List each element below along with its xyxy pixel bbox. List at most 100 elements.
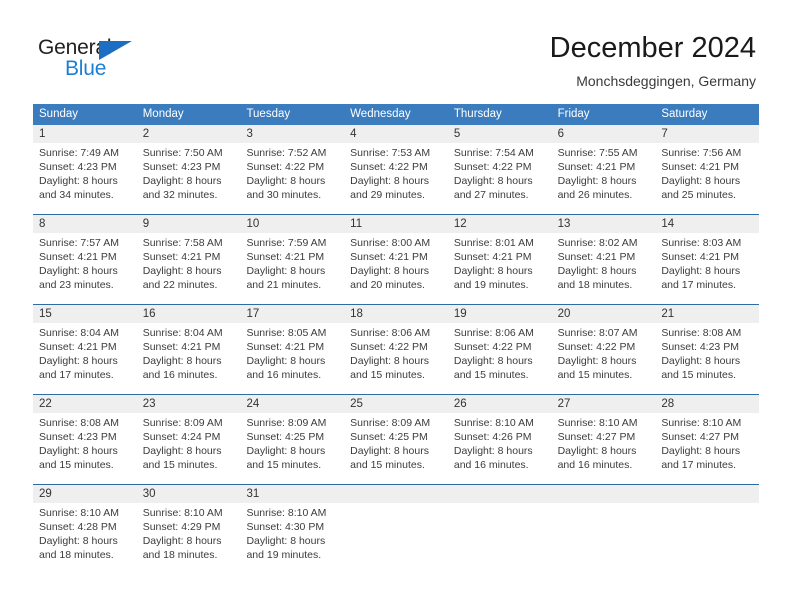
day-number[interactable]: 24	[240, 395, 344, 413]
day-number[interactable]: 31	[240, 485, 344, 503]
day-number[interactable]: 25	[344, 395, 448, 413]
sunset-text: Sunset: 4:21 PM	[39, 341, 117, 353]
daylight-text-line2: and 15 minutes.	[246, 459, 322, 471]
day-number[interactable]: 21	[655, 305, 759, 323]
day-cell[interactable]: Sunrise: 7:56 AM Sunset: 4:21 PM Dayligh…	[655, 143, 759, 214]
day-cell[interactable]: Sunrise: 8:07 AM Sunset: 4:22 PM Dayligh…	[552, 323, 656, 394]
sunset-text: Sunset: 4:29 PM	[142, 521, 221, 533]
day-number[interactable]: 10	[240, 215, 344, 233]
sunset-text: Sunset: 4:21 PM	[661, 251, 739, 263]
day-number[interactable]: 30	[137, 485, 241, 503]
day-detail-band: Sunrise: 8:04 AM Sunset: 4:21 PM Dayligh…	[33, 323, 759, 394]
sunset-text: Sunset: 4:21 PM	[661, 161, 739, 173]
day-number[interactable]: 12	[448, 215, 552, 233]
day-number[interactable]: 16	[137, 305, 241, 323]
day-number[interactable]: 14	[655, 215, 759, 233]
day-number[interactable]: 8	[33, 215, 137, 233]
daylight-text-line2: and 29 minutes.	[350, 189, 425, 201]
day-cell[interactable]: Sunrise: 7:54 AM Sunset: 4:22 PM Dayligh…	[448, 143, 552, 214]
sunrise-text: Sunrise: 7:53 AM	[350, 147, 431, 159]
day-cell[interactable]: Sunrise: 8:09 AM Sunset: 4:24 PM Dayligh…	[137, 413, 241, 484]
daylight-text-line1: Daylight: 8 hours	[39, 265, 118, 277]
daylight-text-line1: Daylight: 8 hours	[350, 355, 429, 367]
day-cell[interactable]: Sunrise: 8:08 AM Sunset: 4:23 PM Dayligh…	[33, 413, 137, 484]
day-number[interactable]: 28	[655, 395, 759, 413]
day-number[interactable]: 22	[33, 395, 137, 413]
day-cell[interactable]: Sunrise: 8:10 AM Sunset: 4:27 PM Dayligh…	[655, 413, 759, 484]
day-number[interactable]: 19	[448, 305, 552, 323]
day-cell[interactable]: Sunrise: 8:10 AM Sunset: 4:29 PM Dayligh…	[137, 503, 241, 569]
day-cell[interactable]: Sunrise: 8:01 AM Sunset: 4:21 PM Dayligh…	[448, 233, 552, 304]
daylight-text-line1: Daylight: 8 hours	[142, 535, 222, 547]
daylight-text-line1: Daylight: 8 hours	[39, 535, 118, 547]
day-cell[interactable]: Sunrise: 8:04 AM Sunset: 4:21 PM Dayligh…	[137, 323, 241, 394]
daylight-text-line1: Daylight: 8 hours	[350, 265, 429, 277]
day-cell[interactable]: Sunrise: 7:58 AM Sunset: 4:21 PM Dayligh…	[137, 233, 241, 304]
sunset-text: Sunset: 4:25 PM	[350, 431, 428, 443]
sunrise-text: Sunrise: 7:58 AM	[142, 237, 223, 249]
day-number[interactable]: 27	[552, 395, 656, 413]
day-cell[interactable]: Sunrise: 7:50 AM Sunset: 4:23 PM Dayligh…	[137, 143, 241, 214]
sunset-text: Sunset: 4:23 PM	[39, 431, 117, 443]
day-cell[interactable]: Sunrise: 8:03 AM Sunset: 4:21 PM Dayligh…	[655, 233, 759, 304]
day-number[interactable]: 1	[33, 125, 137, 143]
day-cell[interactable]: Sunrise: 8:09 AM Sunset: 4:25 PM Dayligh…	[344, 413, 448, 484]
day-number[interactable]: 13	[552, 215, 656, 233]
sunset-text: Sunset: 4:25 PM	[246, 431, 325, 443]
day-cell-empty	[552, 503, 656, 569]
day-detail-band: Sunrise: 7:49 AM Sunset: 4:23 PM Dayligh…	[33, 143, 759, 214]
daylight-text-line1: Daylight: 8 hours	[453, 445, 533, 457]
day-number-band: 8 9 10 11 12 13 14	[33, 215, 759, 233]
day-number[interactable]: 5	[448, 125, 552, 143]
daylight-text-line2: and 19 minutes.	[246, 549, 322, 561]
sunrise-text: Sunrise: 8:09 AM	[350, 417, 431, 429]
day-cell[interactable]: Sunrise: 8:10 AM Sunset: 4:26 PM Dayligh…	[448, 413, 552, 484]
day-number[interactable]: 17	[240, 305, 344, 323]
day-cell[interactable]: Sunrise: 8:10 AM Sunset: 4:27 PM Dayligh…	[552, 413, 656, 484]
daylight-text-line2: and 21 minutes.	[246, 279, 322, 291]
daylight-text-line2: and 22 minutes.	[142, 279, 218, 291]
day-number-empty	[344, 485, 448, 503]
day-cell[interactable]: Sunrise: 7:53 AM Sunset: 4:22 PM Dayligh…	[344, 143, 448, 214]
day-cell[interactable]: Sunrise: 7:49 AM Sunset: 4:23 PM Dayligh…	[33, 143, 137, 214]
day-number[interactable]: 2	[137, 125, 241, 143]
day-cell[interactable]: Sunrise: 8:10 AM Sunset: 4:28 PM Dayligh…	[33, 503, 137, 569]
day-number[interactable]: 23	[137, 395, 241, 413]
day-number[interactable]: 18	[344, 305, 448, 323]
day-cell[interactable]: Sunrise: 7:59 AM Sunset: 4:21 PM Dayligh…	[240, 233, 344, 304]
weekday-header-friday: Friday	[557, 108, 590, 120]
day-cell[interactable]: Sunrise: 8:05 AM Sunset: 4:21 PM Dayligh…	[240, 323, 344, 394]
sunset-text: Sunset: 4:21 PM	[557, 161, 636, 173]
day-number[interactable]: 15	[33, 305, 137, 323]
day-cell[interactable]: Sunrise: 8:04 AM Sunset: 4:21 PM Dayligh…	[33, 323, 137, 394]
sunset-text: Sunset: 4:27 PM	[661, 431, 739, 443]
daylight-text-line2: and 17 minutes.	[39, 369, 114, 381]
sunset-text: Sunset: 4:26 PM	[453, 431, 532, 443]
daylight-text-line2: and 15 minutes.	[453, 369, 529, 381]
day-cell[interactable]: Sunrise: 8:08 AM Sunset: 4:23 PM Dayligh…	[655, 323, 759, 394]
sunrise-text: Sunrise: 8:06 AM	[350, 327, 431, 339]
day-number[interactable]: 6	[552, 125, 656, 143]
day-cell[interactable]: Sunrise: 7:52 AM Sunset: 4:22 PM Dayligh…	[240, 143, 344, 214]
day-cell[interactable]: Sunrise: 8:10 AM Sunset: 4:30 PM Dayligh…	[240, 503, 344, 569]
calendar-week-row: 29 30 31 Sunrise: 8:10 AM Sunset: 4:28 P…	[33, 484, 759, 569]
day-number[interactable]: 7	[655, 125, 759, 143]
day-cell[interactable]: Sunrise: 7:55 AM Sunset: 4:21 PM Dayligh…	[552, 143, 656, 214]
daylight-text-line2: and 17 minutes.	[661, 279, 737, 291]
day-number[interactable]: 29	[33, 485, 137, 503]
day-cell[interactable]: Sunrise: 8:00 AM Sunset: 4:21 PM Dayligh…	[344, 233, 448, 304]
day-number[interactable]: 4	[344, 125, 448, 143]
day-number[interactable]: 20	[552, 305, 656, 323]
day-number[interactable]: 26	[448, 395, 552, 413]
day-cell[interactable]: Sunrise: 8:09 AM Sunset: 4:25 PM Dayligh…	[240, 413, 344, 484]
calendar-week-row: 22 23 24 25 26 27 28 Sunrise: 8:08 AM Su…	[33, 394, 759, 484]
day-cell[interactable]: Sunrise: 8:06 AM Sunset: 4:22 PM Dayligh…	[448, 323, 552, 394]
day-cell[interactable]: Sunrise: 7:57 AM Sunset: 4:21 PM Dayligh…	[33, 233, 137, 304]
general-blue-logo[interactable]: General Blue	[38, 36, 158, 82]
day-number[interactable]: 3	[240, 125, 344, 143]
day-cell[interactable]: Sunrise: 8:06 AM Sunset: 4:22 PM Dayligh…	[344, 323, 448, 394]
day-cell[interactable]: Sunrise: 8:02 AM Sunset: 4:21 PM Dayligh…	[552, 233, 656, 304]
day-number[interactable]: 9	[137, 215, 241, 233]
sunset-text: Sunset: 4:21 PM	[246, 341, 325, 353]
day-number[interactable]: 11	[344, 215, 448, 233]
